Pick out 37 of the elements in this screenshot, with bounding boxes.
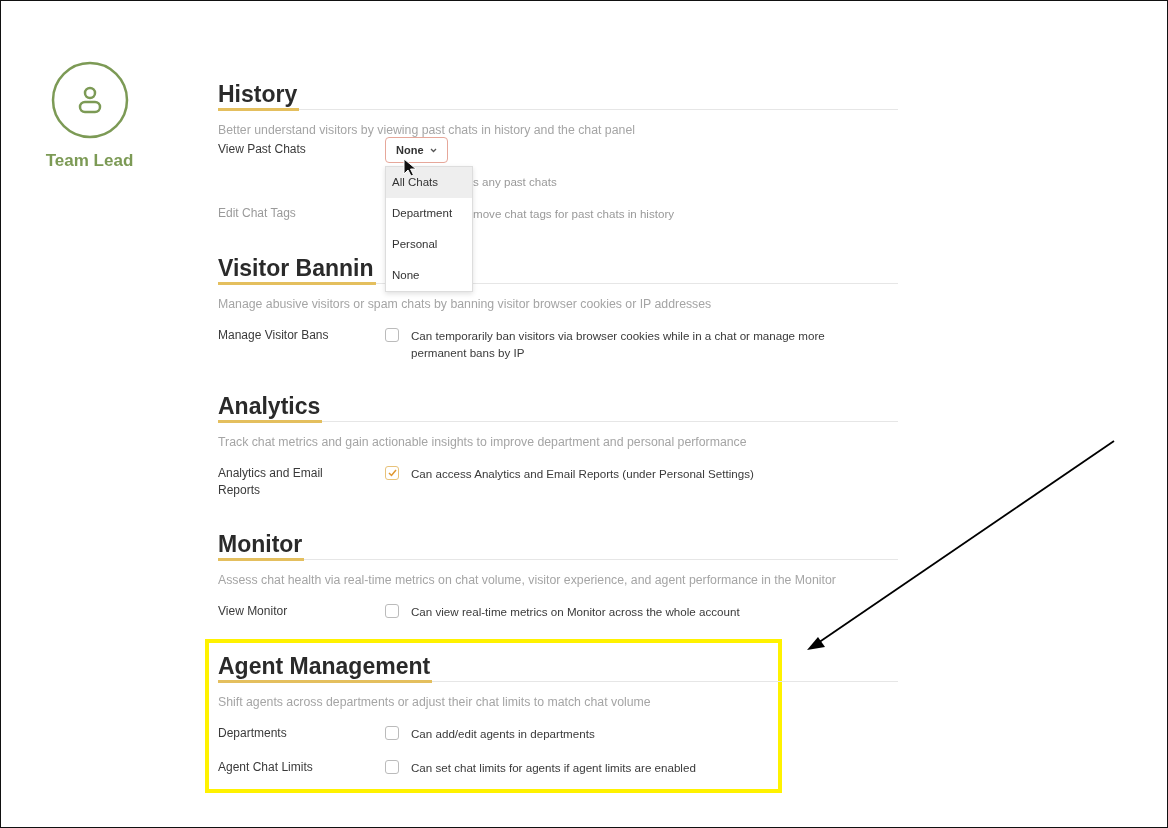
row-label: View Monitor [218, 603, 289, 620]
checkbox[interactable] [385, 726, 399, 740]
row-label: Manage Visitor Bans [218, 327, 330, 344]
dropdown-option[interactable]: None [386, 260, 472, 291]
user-icon [50, 61, 129, 139]
row-label: Edit Chat Tags [218, 205, 297, 222]
permission-description: Can access Analytics and Email Reports (under Personal Settings) [411, 466, 754, 482]
dropdown-option[interactable]: Department [386, 198, 472, 229]
section-title: Monitor [218, 530, 305, 561]
permission-description: move chat tags for past chats in history [473, 206, 675, 222]
dropdown-option[interactable]: All Chats [386, 167, 472, 198]
chevron-down-icon [429, 147, 437, 153]
checkbox[interactable] [385, 328, 399, 342]
permission-description: Can view real-time metrics on Monitor across the whole account [411, 604, 740, 620]
row-label: Agent Chat Limits [218, 759, 314, 776]
section-description: Manage abusive visitors or spam chats by banning visitor browser cookies or IP addresses [218, 297, 712, 311]
row-label: View Past Chats [218, 141, 307, 158]
checkbox[interactable] [385, 604, 399, 618]
section-description: Assess chat health via real-time metrics on chat volume, visitor experience, and agent performance in the Monitor [218, 573, 836, 587]
section-description: Better understand visitors by viewing past chats in history and the chat panel [218, 123, 635, 137]
check-icon [387, 469, 397, 477]
row-label: Departments [218, 725, 288, 742]
dropdown-option[interactable]: Personal [386, 229, 472, 260]
section-description: Shift agents across departments or adjust their chat limits to match chat volume [218, 695, 651, 709]
row-label: Analytics and Email Reports [218, 465, 324, 499]
section-title: Agent Management [218, 652, 433, 683]
section-title: History [218, 80, 300, 111]
permission-description: Can temporarily ban visitors via browser cookies while in a chat or manage more permanent bans by IP [411, 328, 826, 361]
section-description: Track chat metrics and gain actionable insights to improve department and personal performance [218, 435, 747, 449]
checkbox[interactable] [385, 760, 399, 774]
permission-description: Can set chat limits for agents if agent limits are enabled [411, 760, 696, 776]
permission-description: Can add/edit agents in departments [411, 726, 595, 742]
section-title: Visitor Bannin [218, 254, 376, 285]
role-name: Team Lead [45, 151, 134, 171]
permission-description: s any past chats [473, 174, 557, 190]
checkbox[interactable] [385, 466, 399, 480]
section-title: Analytics [218, 392, 323, 423]
